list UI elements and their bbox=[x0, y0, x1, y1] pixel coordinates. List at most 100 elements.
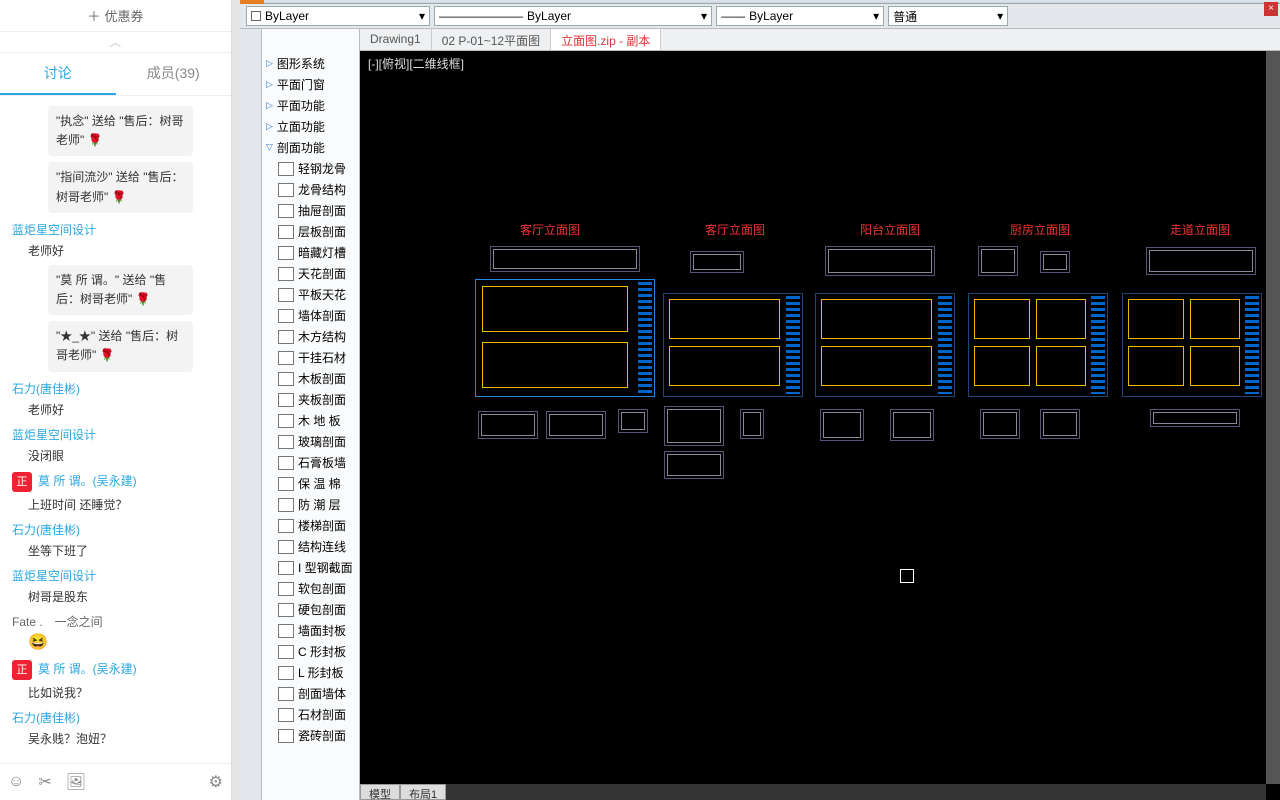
message-username[interactable]: 石力(唐佳彬) bbox=[12, 709, 223, 726]
elevation-sheet bbox=[1122, 293, 1262, 397]
palette-tool[interactable]: 平板天花 bbox=[262, 284, 359, 305]
coupon-button[interactable]: ＋ 优惠券 bbox=[0, 6, 231, 25]
palette-tool[interactable]: 楼梯剖面 bbox=[262, 515, 359, 536]
chevron-icon: ▷ bbox=[264, 144, 275, 151]
message-username[interactable]: 石力(唐佳彬) bbox=[12, 521, 223, 538]
palette-tool[interactable]: 抽屉剖面 bbox=[262, 200, 359, 221]
chat-panel: ＋ 优惠券 ︿ 讨论 成员(39) "执念" 送给 "售后：树哥老师" 🌹"指间… bbox=[0, 0, 232, 800]
gear-icon[interactable]: ⚙ bbox=[209, 772, 223, 792]
tool-icon bbox=[278, 540, 294, 554]
plan-thumb bbox=[978, 246, 1018, 276]
tool-icon bbox=[278, 225, 294, 239]
palette-category[interactable]: ▷平面门窗 bbox=[262, 74, 359, 95]
plan-thumb bbox=[825, 246, 935, 276]
coupon-label: 优惠券 bbox=[105, 6, 144, 25]
message-username[interactable]: Fate . 一念之间 bbox=[12, 613, 223, 630]
message-username[interactable]: 石力(唐佳彬) bbox=[12, 380, 223, 397]
file-tab[interactable]: Drawing1 bbox=[360, 29, 432, 50]
palette-tool[interactable]: 剖面墙体 bbox=[262, 683, 359, 704]
palette-tool[interactable]: 防 潮 层 bbox=[262, 494, 359, 515]
palette-tool[interactable]: 木 地 板 bbox=[262, 410, 359, 431]
palette-tool[interactable]: 轻钢龙骨 bbox=[262, 158, 359, 179]
linetype-select[interactable]: ———————ByLayer▾ bbox=[434, 6, 712, 26]
tool-icon bbox=[278, 603, 294, 617]
tool-icon bbox=[278, 267, 294, 281]
left-icon-strip[interactable] bbox=[240, 29, 262, 800]
palette-tool[interactable]: 天花剖面 bbox=[262, 263, 359, 284]
emoji-icon[interactable]: ☺ bbox=[8, 773, 24, 791]
message-username[interactable]: 蓝炬星空间设计 bbox=[12, 221, 223, 238]
layout-tab-1[interactable]: 布局1 bbox=[400, 784, 446, 800]
collapse-toggle[interactable]: ︿ bbox=[0, 32, 231, 53]
palette-tool[interactable]: 石膏板墙 bbox=[262, 452, 359, 473]
drawing-canvas[interactable]: [-][俯视][二维线框] 客厅立面图 客厅立面图 阳台立面图 厨房立面图 走道… bbox=[360, 51, 1280, 800]
file-tab[interactable]: 02 P-01~12平面图 bbox=[432, 29, 551, 50]
message-username[interactable]: 蓝炬星空间设计 bbox=[12, 567, 223, 584]
palette-tool[interactable]: 木板剖面 bbox=[262, 368, 359, 389]
chevron-icon: ▷ bbox=[266, 79, 273, 90]
property-toolbar: ByLayer▾ ———————ByLayer▾ ——ByLayer▾ 普通▾ bbox=[240, 4, 1280, 29]
tool-icon bbox=[278, 708, 294, 722]
palette-tool[interactable]: 墙体剖面 bbox=[262, 305, 359, 326]
palette-tool[interactable]: 夹板剖面 bbox=[262, 389, 359, 410]
tool-palette[interactable]: ▷图形系统▷平面门窗▷平面功能▷立面功能▷剖面功能轻钢龙骨龙骨结构抽屉剖面层板剖… bbox=[262, 29, 360, 800]
close-icon[interactable]: × bbox=[1264, 2, 1278, 16]
scissors-icon[interactable]: ✂ bbox=[38, 772, 51, 792]
message-username[interactable]: 正莫 所 谓。(吴永建) bbox=[12, 472, 223, 492]
palette-tool[interactable]: I 型钢截面 bbox=[262, 557, 359, 578]
plotstyle-select[interactable]: 普通▾ bbox=[888, 6, 1008, 26]
scrollbar-horizontal[interactable] bbox=[360, 784, 1266, 800]
palette-tool[interactable]: 瓷砖剖面 bbox=[262, 725, 359, 746]
palette-tool[interactable]: 结构连线 bbox=[262, 536, 359, 557]
palette-category[interactable]: ▷图形系统 bbox=[262, 53, 359, 74]
palette-tool[interactable]: 墙面封板 bbox=[262, 620, 359, 641]
chevron-icon: ▷ bbox=[266, 100, 273, 111]
tool-icon bbox=[278, 393, 294, 407]
tool-icon bbox=[278, 561, 294, 575]
palette-tool[interactable]: 保 温 棉 bbox=[262, 473, 359, 494]
chevron-icon: ▷ bbox=[266, 58, 273, 69]
message-text: 老师好 bbox=[28, 401, 223, 418]
lineweight-select[interactable]: ——ByLayer▾ bbox=[716, 6, 884, 26]
plan-thumb bbox=[1040, 251, 1070, 273]
palette-category[interactable]: ▷剖面功能 bbox=[262, 137, 359, 158]
tool-icon bbox=[278, 645, 294, 659]
message-username[interactable]: 正莫 所 谓。(吴永建) bbox=[12, 660, 223, 680]
message-text: 没闭眼 bbox=[28, 447, 223, 464]
plan-thumb bbox=[546, 411, 606, 439]
image-icon[interactable]: 🖼 bbox=[66, 772, 86, 792]
palette-category[interactable]: ▷立面功能 bbox=[262, 116, 359, 137]
palette-tool[interactable]: 软包剖面 bbox=[262, 578, 359, 599]
palette-tool[interactable]: 层板剖面 bbox=[262, 221, 359, 242]
file-tab[interactable]: 立面图.zip - 副本 bbox=[551, 29, 661, 50]
palette-tool[interactable]: C 形封板 bbox=[262, 641, 359, 662]
tool-icon bbox=[278, 372, 294, 386]
tool-icon bbox=[278, 477, 294, 491]
elevation-sheet bbox=[968, 293, 1108, 397]
palette-tool[interactable]: 石材剖面 bbox=[262, 704, 359, 725]
tool-icon bbox=[278, 288, 294, 302]
palette-tool[interactable]: 暗藏灯槽 bbox=[262, 242, 359, 263]
palette-tool[interactable]: 干挂石材 bbox=[262, 347, 359, 368]
file-tabs: Drawing102 P-01~12平面图立面图.zip - 副本 bbox=[360, 29, 1280, 51]
cad-main: ▷图形系统▷平面门窗▷平面功能▷立面功能▷剖面功能轻钢龙骨龙骨结构抽屉剖面层板剖… bbox=[240, 29, 1280, 800]
tab-members[interactable]: 成员(39) bbox=[116, 53, 232, 95]
scrollbar-vertical[interactable] bbox=[1266, 51, 1280, 784]
layout-tab-model[interactable]: 模型 bbox=[360, 784, 400, 800]
tool-icon bbox=[278, 687, 294, 701]
chat-header: ＋ 优惠券 bbox=[0, 0, 231, 32]
splitter[interactable] bbox=[232, 0, 240, 800]
palette-tool[interactable]: 木方结构 bbox=[262, 326, 359, 347]
tab-discuss[interactable]: 讨论 bbox=[0, 53, 116, 95]
palette-tool[interactable]: 玻璃剖面 bbox=[262, 431, 359, 452]
layer-color-select[interactable]: ByLayer▾ bbox=[246, 6, 430, 26]
avatar: 正 bbox=[12, 660, 32, 680]
palette-tool[interactable]: 龙骨结构 bbox=[262, 179, 359, 200]
palette-tool[interactable]: 硬包剖面 bbox=[262, 599, 359, 620]
tool-icon bbox=[278, 330, 294, 344]
message-username[interactable]: 蓝炬星空间设计 bbox=[12, 426, 223, 443]
chat-message-list[interactable]: "执念" 送给 "售后：树哥老师" 🌹"指间流沙" 送给 "售后：树哥老师" 🌹… bbox=[0, 96, 231, 763]
palette-category[interactable]: ▷平面功能 bbox=[262, 95, 359, 116]
palette-tool[interactable]: L 形封板 bbox=[262, 662, 359, 683]
plan-thumb bbox=[690, 251, 744, 273]
